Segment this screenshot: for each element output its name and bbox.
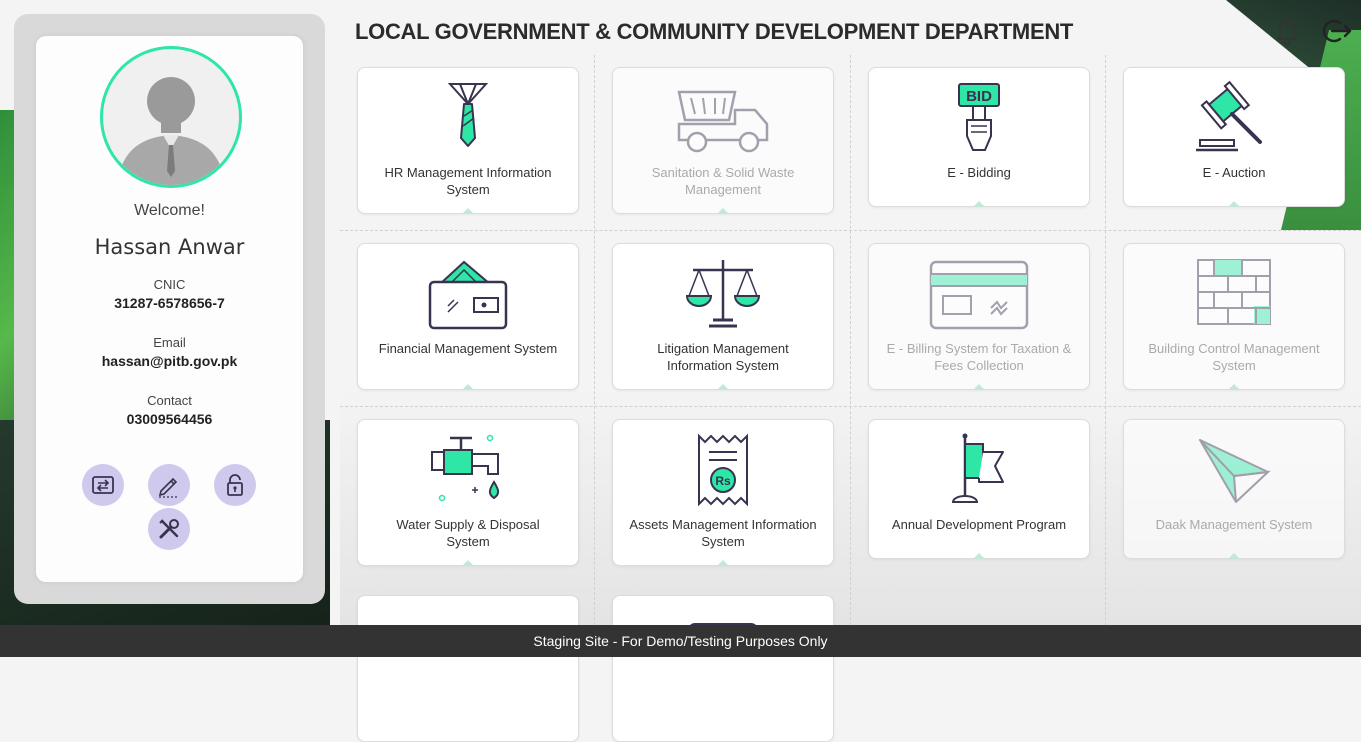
tile-label: Litigation Management Information System — [657, 341, 789, 373]
tile-label: HR Management Information System — [384, 165, 552, 197]
tile-label: Annual Development Program — [891, 517, 1067, 532]
switch-account-button[interactable] — [82, 464, 124, 506]
tile-pointer — [462, 384, 474, 390]
contact-value: 03009564456 — [126, 411, 213, 427]
tile-pointer — [462, 560, 474, 566]
staging-banner: Staging Site - For Demo/Testing Purposes… — [0, 625, 1361, 657]
tile-e-auction[interactable]: E - Auction — [1123, 67, 1345, 207]
necktie-icon — [447, 83, 489, 147]
profile-card: Welcome! Hassan Anwar CNIC 31287-6578656… — [36, 36, 303, 582]
tile-pointer — [717, 560, 729, 566]
tile-partial[interactable] — [612, 595, 834, 742]
user-name: Hassan Anwar — [94, 235, 245, 259]
tile-pointer — [1228, 201, 1240, 207]
tile-pointer — [973, 553, 985, 559]
wallet-icon — [428, 260, 508, 330]
settings-button[interactable] — [148, 508, 190, 550]
tile-label: Building Control Management System — [1148, 341, 1320, 373]
tile-litigation[interactable]: Litigation Management Information System — [612, 243, 834, 390]
scales-icon — [685, 260, 761, 328]
tools-icon — [159, 519, 179, 539]
page-title: LOCAL GOVERNMENT & COMMUNITY DEVELOPMENT… — [355, 19, 1074, 44]
tile-pointer — [973, 384, 985, 390]
tile-adp[interactable]: Annual Development Program — [868, 419, 1090, 559]
tile-sanitation[interactable]: Sanitation & Solid Waste Management — [612, 67, 834, 214]
avatar — [100, 46, 242, 188]
edit-icon — [158, 477, 179, 498]
bid-sign-icon: BID — [958, 83, 1000, 151]
svg-text:BID: BID — [966, 88, 992, 105]
tile-label: Daak Management System — [1155, 517, 1313, 532]
notifications-button[interactable] — [1272, 16, 1302, 46]
bricks-icon — [1197, 259, 1271, 325]
dump-truck-icon — [677, 90, 769, 153]
tile-pointer — [462, 208, 474, 214]
edit-profile-button[interactable] — [148, 464, 190, 506]
tile-label: Assets Management Information System — [629, 517, 817, 549]
tile-label: E - Auction — [1202, 165, 1266, 180]
email-label: Email — [153, 335, 186, 350]
welcome-text: Welcome! — [134, 202, 205, 219]
change-password-button[interactable] — [214, 464, 256, 506]
grid-divider — [594, 55, 595, 625]
tile-e-bidding[interactable]: BID E - Bidding — [868, 67, 1090, 207]
tile-hr-management[interactable]: HR Management Information System — [357, 67, 579, 214]
tile-building-control[interactable]: Building Control Management System — [1123, 243, 1345, 390]
faucet-icon — [431, 434, 500, 502]
bell-icon — [1277, 20, 1297, 45]
tile-water-supply[interactable]: Water Supply & Disposal System — [357, 419, 579, 566]
flag-icon — [951, 433, 1004, 503]
tile-label: Sanitation & Solid Waste Management — [651, 165, 795, 197]
tile-label: Financial Management System — [378, 341, 558, 356]
logout-icon — [1322, 19, 1352, 43]
grid-divider — [1105, 55, 1106, 625]
card-icon — [929, 260, 1029, 330]
grid-divider — [340, 230, 1361, 231]
tile-pointer — [973, 201, 985, 207]
tile-pointer — [1228, 384, 1240, 390]
grid-divider — [340, 406, 1361, 407]
tile-daak[interactable]: Daak Management System — [1123, 419, 1345, 559]
cnic-label: CNIC — [153, 277, 186, 292]
email-value: hassan@pitb.gov.pk — [101, 353, 238, 369]
cnic-value: 31287-6578656-7 — [114, 295, 225, 311]
switch-icon — [92, 476, 114, 494]
gavel-icon — [1196, 80, 1262, 152]
paper-plane-icon — [1199, 439, 1271, 503]
tile-partial[interactable] — [357, 595, 579, 742]
receipt-icon: Rs — [698, 433, 748, 507]
contact-label: Contact — [147, 393, 192, 408]
tile-pointer — [717, 208, 729, 214]
grid-divider — [850, 55, 851, 625]
logout-button[interactable] — [1320, 16, 1352, 46]
tile-financial[interactable]: Financial Management System — [357, 243, 579, 390]
tile-label: E - Bidding — [947, 165, 1011, 180]
svg-text:Rs: Rs — [715, 474, 731, 488]
tile-label: E - Billing System for Taxation & Fees C… — [886, 341, 1072, 373]
tile-assets[interactable]: Rs Assets Management Information System — [612, 419, 834, 566]
tile-label: Water Supply & Disposal System — [396, 517, 540, 549]
tile-e-billing[interactable]: E - Billing System for Taxation & Fees C… — [868, 243, 1090, 390]
tile-pointer — [717, 384, 729, 390]
lock-icon — [227, 474, 243, 496]
tile-pointer — [1228, 553, 1240, 559]
